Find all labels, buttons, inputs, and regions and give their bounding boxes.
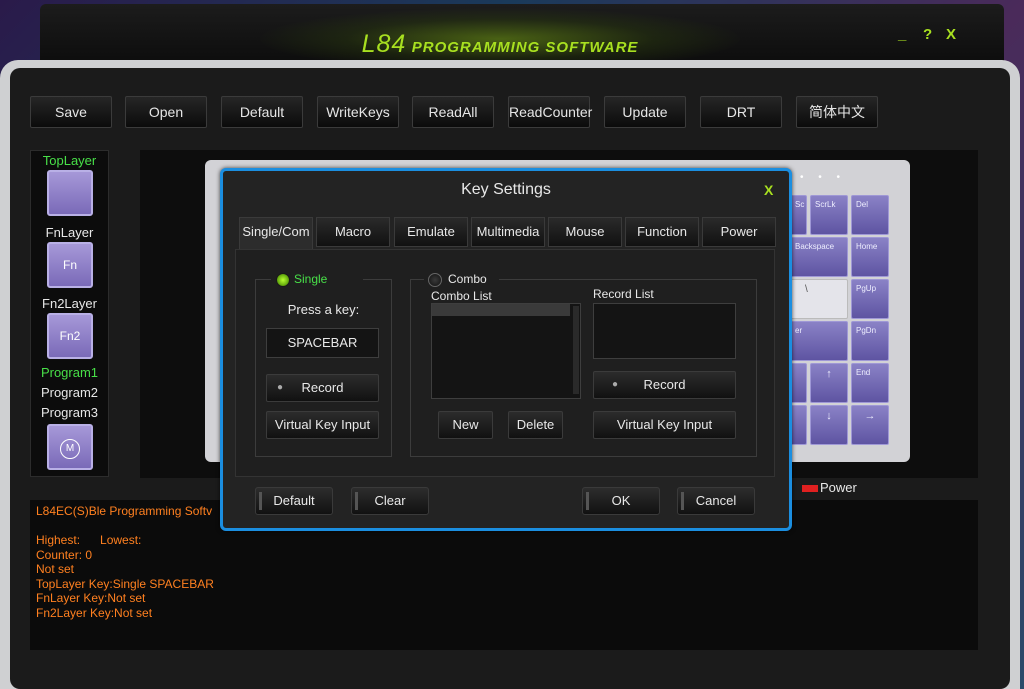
- tab-single-combo[interactable]: Single/Com: [239, 217, 313, 250]
- tab-function[interactable]: Function: [625, 217, 699, 247]
- dialog-ok-label: OK: [611, 493, 631, 508]
- record-dot-icon: ●: [277, 382, 284, 393]
- key-settings-dialog: Key Settings X Single/Com Macro Emulate …: [220, 168, 792, 531]
- combo-record-label: Record: [643, 377, 686, 392]
- default-button[interactable]: Default: [221, 96, 303, 128]
- dialog-cancel-button[interactable]: Cancel: [677, 487, 755, 515]
- record-list-box[interactable]: [593, 303, 736, 359]
- combo-delete-button[interactable]: Delete: [508, 411, 563, 439]
- record-list-label: Record List: [593, 287, 654, 301]
- key-blank-1[interactable]: [790, 363, 807, 403]
- key-blank-2[interactable]: [790, 405, 807, 445]
- key-scrlk[interactable]: ScrLk: [810, 195, 848, 235]
- toplayer-label[interactable]: TopLayer: [30, 153, 109, 168]
- log-line-fnlayer: FnLayer Key:Not set: [36, 591, 146, 605]
- tab-power[interactable]: Power: [702, 217, 776, 247]
- tab-emulate[interactable]: Emulate: [394, 217, 468, 247]
- combo-list-scrollbar[interactable]: [573, 306, 579, 394]
- language-button[interactable]: 简体中文: [796, 96, 878, 128]
- close-window-button[interactable]: X: [946, 26, 956, 43]
- combo-record-button[interactable]: ● Record: [593, 371, 736, 399]
- single-record-button[interactable]: ● Record: [266, 374, 379, 402]
- dialog-title: Key Settings: [461, 181, 551, 198]
- key-right-arrow[interactable]: →: [851, 405, 889, 445]
- key-backspace[interactable]: Backspace: [790, 237, 848, 277]
- log-line-counter: Counter: 0: [36, 548, 93, 562]
- app-title-main: L84: [361, 30, 407, 58]
- tab-mouse[interactable]: Mouse: [548, 217, 622, 247]
- single-radio[interactable]: [276, 273, 290, 287]
- combo-radio[interactable]: [428, 273, 442, 287]
- program2-label[interactable]: Program2: [30, 385, 109, 400]
- dialog-ok-button[interactable]: OK: [582, 487, 660, 515]
- macro-m-key[interactable]: M: [47, 424, 93, 470]
- program1-label[interactable]: Program1: [30, 365, 109, 380]
- dialog-clear-label: Clear: [374, 493, 406, 508]
- dialog-close-button[interactable]: X: [764, 182, 773, 198]
- key-sc[interactable]: Sc: [790, 195, 807, 235]
- program3-label[interactable]: Program3: [30, 405, 109, 420]
- key-up-arrow[interactable]: ↑: [810, 363, 848, 403]
- app-title-sub: PROGRAMMING SOFTWARE: [411, 39, 639, 56]
- single-label[interactable]: Single: [294, 272, 327, 286]
- open-button[interactable]: Open: [125, 96, 207, 128]
- combo-virtual-key-button[interactable]: Virtual Key Input: [593, 411, 736, 439]
- combo-record-dot-icon: ●: [612, 379, 619, 390]
- led-indicators: • • •: [800, 172, 847, 183]
- tab-macro[interactable]: Macro: [316, 217, 390, 247]
- single-record-label: Record: [301, 380, 344, 395]
- dialog-default-button[interactable]: Default: [255, 487, 333, 515]
- combo-list-selected-row[interactable]: [432, 304, 570, 316]
- fn-key[interactable]: Fn: [47, 242, 93, 288]
- combo-label[interactable]: Combo: [448, 272, 487, 286]
- help-button[interactable]: ?: [923, 26, 932, 43]
- key-enter[interactable]: er: [790, 321, 848, 361]
- press-key-label: Press a key:: [287, 302, 360, 317]
- m-key-icon: M: [60, 439, 80, 459]
- key-down-arrow[interactable]: ↓: [810, 405, 848, 445]
- dialog-cancel-label: Cancel: [695, 493, 737, 508]
- toplayer-key[interactable]: [47, 170, 93, 216]
- key-pgdn[interactable]: PgDn: [851, 321, 889, 361]
- power-legend-swatch: [802, 485, 818, 492]
- log-line-header: L84EC(S)Ble Programming Softv: [36, 504, 213, 518]
- key-end[interactable]: End: [851, 363, 889, 403]
- key-home[interactable]: Home: [851, 237, 889, 277]
- tab-multimedia[interactable]: Multimedia: [471, 217, 545, 247]
- save-button[interactable]: Save: [30, 96, 112, 128]
- key-del[interactable]: Del: [851, 195, 889, 235]
- log-line-notset: Not set: [36, 562, 75, 576]
- single-virtual-key-button[interactable]: Virtual Key Input: [266, 411, 379, 439]
- dialog-default-label: Default: [273, 493, 315, 508]
- key-pgup[interactable]: PgUp: [851, 279, 889, 319]
- app-title: L84 PROGRAMMING SOFTWARE: [260, 30, 740, 59]
- dialog-clear-button[interactable]: Clear: [351, 487, 429, 515]
- log-line-fn2layer: Fn2Layer Key:Not set: [36, 606, 153, 620]
- readcounter-button[interactable]: ReadCounter: [508, 96, 592, 128]
- minimize-button[interactable]: _: [898, 26, 906, 43]
- fn2layer-label[interactable]: Fn2Layer: [30, 296, 109, 311]
- update-button[interactable]: Update: [604, 96, 686, 128]
- single-key-field[interactable]: SPACEBAR: [266, 328, 379, 358]
- combo-new-button[interactable]: New: [438, 411, 493, 439]
- log-line-toplayer: TopLayer Key:Single SPACEBAR: [36, 577, 214, 591]
- fnlayer-label[interactable]: FnLayer: [30, 225, 109, 240]
- readall-button[interactable]: ReadAll: [412, 96, 494, 128]
- log-line-highest: Highest: Lowest:: [36, 533, 142, 547]
- power-legend-label: Power: [820, 480, 857, 495]
- fn2-key[interactable]: Fn2: [47, 313, 93, 359]
- key-backslash[interactable]: \: [790, 279, 848, 319]
- combo-list-box[interactable]: [431, 303, 581, 399]
- drt-button[interactable]: DRT: [700, 96, 782, 128]
- writekeys-button[interactable]: WriteKeys: [317, 96, 399, 128]
- combo-list-label: Combo List: [431, 289, 492, 303]
